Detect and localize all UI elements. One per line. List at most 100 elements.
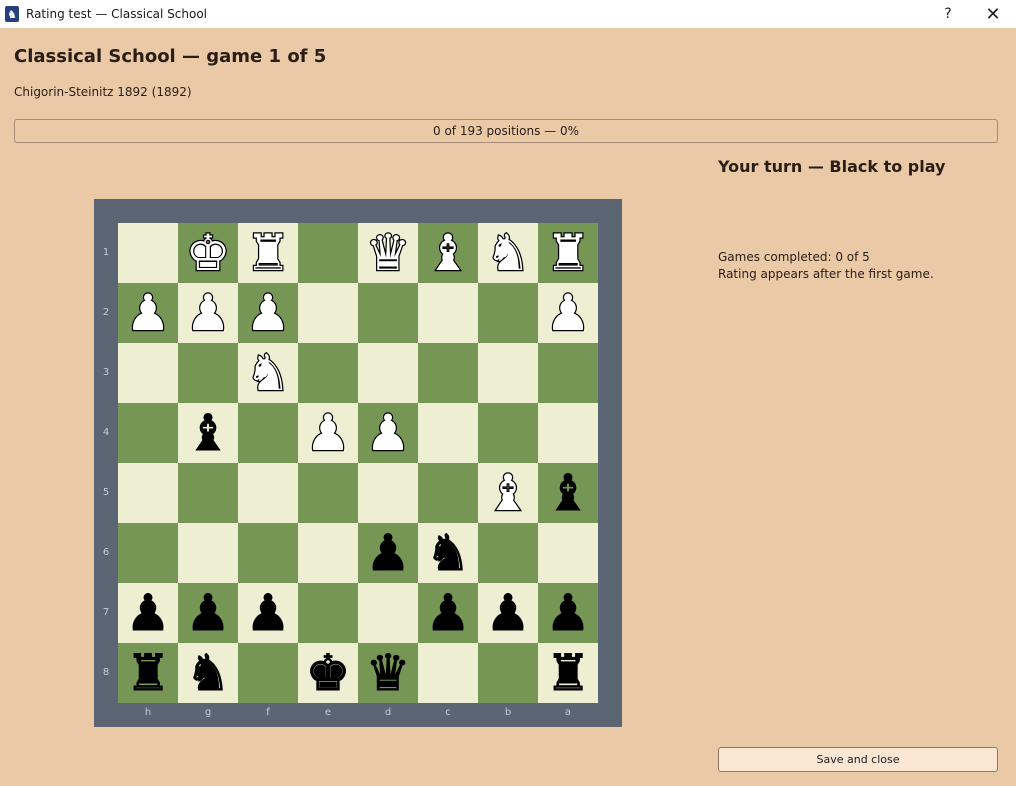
black-pawn-icon[interactable]: ♟ <box>238 583 298 643</box>
black-bishop-icon[interactable]: ♝ <box>178 403 238 463</box>
square-g7[interactable]: ♟ <box>178 583 238 643</box>
square-e8[interactable]: ♚ <box>298 643 358 703</box>
square-c6[interactable]: ♞ <box>418 523 478 583</box>
square-a8[interactable]: ♜ <box>538 643 598 703</box>
square-a6[interactable] <box>538 523 598 583</box>
square-h4[interactable] <box>118 403 178 463</box>
square-c3[interactable] <box>418 343 478 403</box>
square-h5[interactable] <box>118 463 178 523</box>
square-h6[interactable] <box>118 523 178 583</box>
rank-label: 6 <box>102 547 110 558</box>
square-f3[interactable]: ♞ <box>238 343 298 403</box>
black-pawn-icon[interactable]: ♟ <box>118 583 178 643</box>
square-d3[interactable] <box>358 343 418 403</box>
square-d2[interactable] <box>358 283 418 343</box>
square-a5[interactable]: ♝ <box>538 463 598 523</box>
app-knight-icon: ♞ <box>5 6 19 22</box>
square-h2[interactable]: ♟ <box>118 283 178 343</box>
square-h1[interactable] <box>118 223 178 283</box>
black-knight-icon[interactable]: ♞ <box>418 523 478 583</box>
square-e4[interactable]: ♟ <box>298 403 358 463</box>
square-d7[interactable] <box>358 583 418 643</box>
white-rook-icon[interactable]: ♜ <box>238 223 298 284</box>
square-g4[interactable]: ♝ <box>178 403 238 463</box>
square-g2[interactable]: ♟ <box>178 283 238 343</box>
square-h8[interactable]: ♜ <box>118 643 178 703</box>
square-d5[interactable] <box>358 463 418 523</box>
square-a7[interactable]: ♟ <box>538 583 598 643</box>
white-bishop-icon[interactable]: ♝ <box>478 463 538 524</box>
square-e5[interactable] <box>298 463 358 523</box>
square-e3[interactable] <box>298 343 358 403</box>
black-pawn-icon[interactable]: ♟ <box>538 583 598 643</box>
square-c4[interactable] <box>418 403 478 463</box>
square-b7[interactable]: ♟ <box>478 583 538 643</box>
black-queen-icon[interactable]: ♛ <box>358 643 418 703</box>
square-h3[interactable] <box>118 343 178 403</box>
black-pawn-icon[interactable]: ♟ <box>478 583 538 643</box>
square-f7[interactable]: ♟ <box>238 583 298 643</box>
black-pawn-icon[interactable]: ♟ <box>418 583 478 643</box>
black-king-icon[interactable]: ♚ <box>298 643 358 703</box>
black-pawn-icon[interactable]: ♟ <box>358 523 418 583</box>
square-f6[interactable] <box>238 523 298 583</box>
square-b6[interactable] <box>478 523 538 583</box>
white-queen-icon[interactable]: ♛ <box>358 223 418 284</box>
white-pawn-icon[interactable]: ♟ <box>178 283 238 344</box>
white-bishop-icon[interactable]: ♝ <box>418 223 478 284</box>
square-e6[interactable] <box>298 523 358 583</box>
square-e7[interactable] <box>298 583 358 643</box>
square-f2[interactable]: ♟ <box>238 283 298 343</box>
square-b4[interactable] <box>478 403 538 463</box>
black-rook-icon[interactable]: ♜ <box>118 643 178 703</box>
square-d4[interactable]: ♟ <box>358 403 418 463</box>
square-g3[interactable] <box>178 343 238 403</box>
white-pawn-icon[interactable]: ♟ <box>118 283 178 344</box>
close-button[interactable]: ✕ <box>970 0 1016 28</box>
white-pawn-icon[interactable]: ♟ <box>358 403 418 464</box>
square-c7[interactable]: ♟ <box>418 583 478 643</box>
square-d6[interactable]: ♟ <box>358 523 418 583</box>
white-rook-icon[interactable]: ♜ <box>538 223 598 284</box>
square-b2[interactable] <box>478 283 538 343</box>
square-d8[interactable]: ♛ <box>358 643 418 703</box>
square-f1[interactable]: ♜ <box>238 223 298 283</box>
square-e2[interactable] <box>298 283 358 343</box>
square-c2[interactable] <box>418 283 478 343</box>
square-a1[interactable]: ♜ <box>538 223 598 283</box>
white-king-icon[interactable]: ♚ <box>178 223 238 284</box>
square-b1[interactable]: ♞ <box>478 223 538 283</box>
square-d1[interactable]: ♛ <box>358 223 418 283</box>
square-f5[interactable] <box>238 463 298 523</box>
square-b5[interactable]: ♝ <box>478 463 538 523</box>
square-g1[interactable]: ♚ <box>178 223 238 283</box>
help-button[interactable]: ? <box>925 0 971 28</box>
square-a4[interactable] <box>538 403 598 463</box>
square-b8[interactable] <box>478 643 538 703</box>
square-f8[interactable] <box>238 643 298 703</box>
square-c5[interactable] <box>418 463 478 523</box>
black-bishop-icon[interactable]: ♝ <box>538 463 598 523</box>
square-f4[interactable] <box>238 403 298 463</box>
black-knight-icon[interactable]: ♞ <box>178 643 238 703</box>
white-knight-icon[interactable]: ♞ <box>238 343 298 404</box>
square-e1[interactable] <box>298 223 358 283</box>
square-c1[interactable]: ♝ <box>418 223 478 283</box>
square-g6[interactable] <box>178 523 238 583</box>
square-b3[interactable] <box>478 343 538 403</box>
white-pawn-icon[interactable]: ♟ <box>298 403 358 464</box>
chess-board-frame: ♚ ♜ ♛ ♝ ♞ ♜ ♟ ♟ ♟ ♟ ♞ ♝ ♟ ♟ ♝ ♝ ♟ ♞ ♟ ♟ ♟ ♟ ♟ ♟ ♜ ♞ ♚ ♛ ♜ 12345678hg… <box>94 199 622 727</box>
square-h7[interactable]: ♟ <box>118 583 178 643</box>
white-knight-icon[interactable]: ♞ <box>478 223 538 284</box>
white-pawn-icon[interactable]: ♟ <box>538 283 598 344</box>
square-a2[interactable]: ♟ <box>538 283 598 343</box>
square-g5[interactable] <box>178 463 238 523</box>
save-and-close-button[interactable]: Save and close <box>718 747 998 772</box>
black-pawn-icon[interactable]: ♟ <box>178 583 238 643</box>
square-a3[interactable] <box>538 343 598 403</box>
chess-board[interactable]: ♚ ♜ ♛ ♝ ♞ ♜ ♟ ♟ ♟ ♟ ♞ ♝ ♟ ♟ ♝ ♝ ♟ ♞ ♟ ♟ ♟ ♟ ♟ ♟ ♜ ♞ ♚ ♛ ♜ <box>118 223 598 703</box>
black-rook-icon[interactable]: ♜ <box>538 643 598 703</box>
square-g8[interactable]: ♞ <box>178 643 238 703</box>
white-pawn-icon[interactable]: ♟ <box>238 283 298 344</box>
square-c8[interactable] <box>418 643 478 703</box>
